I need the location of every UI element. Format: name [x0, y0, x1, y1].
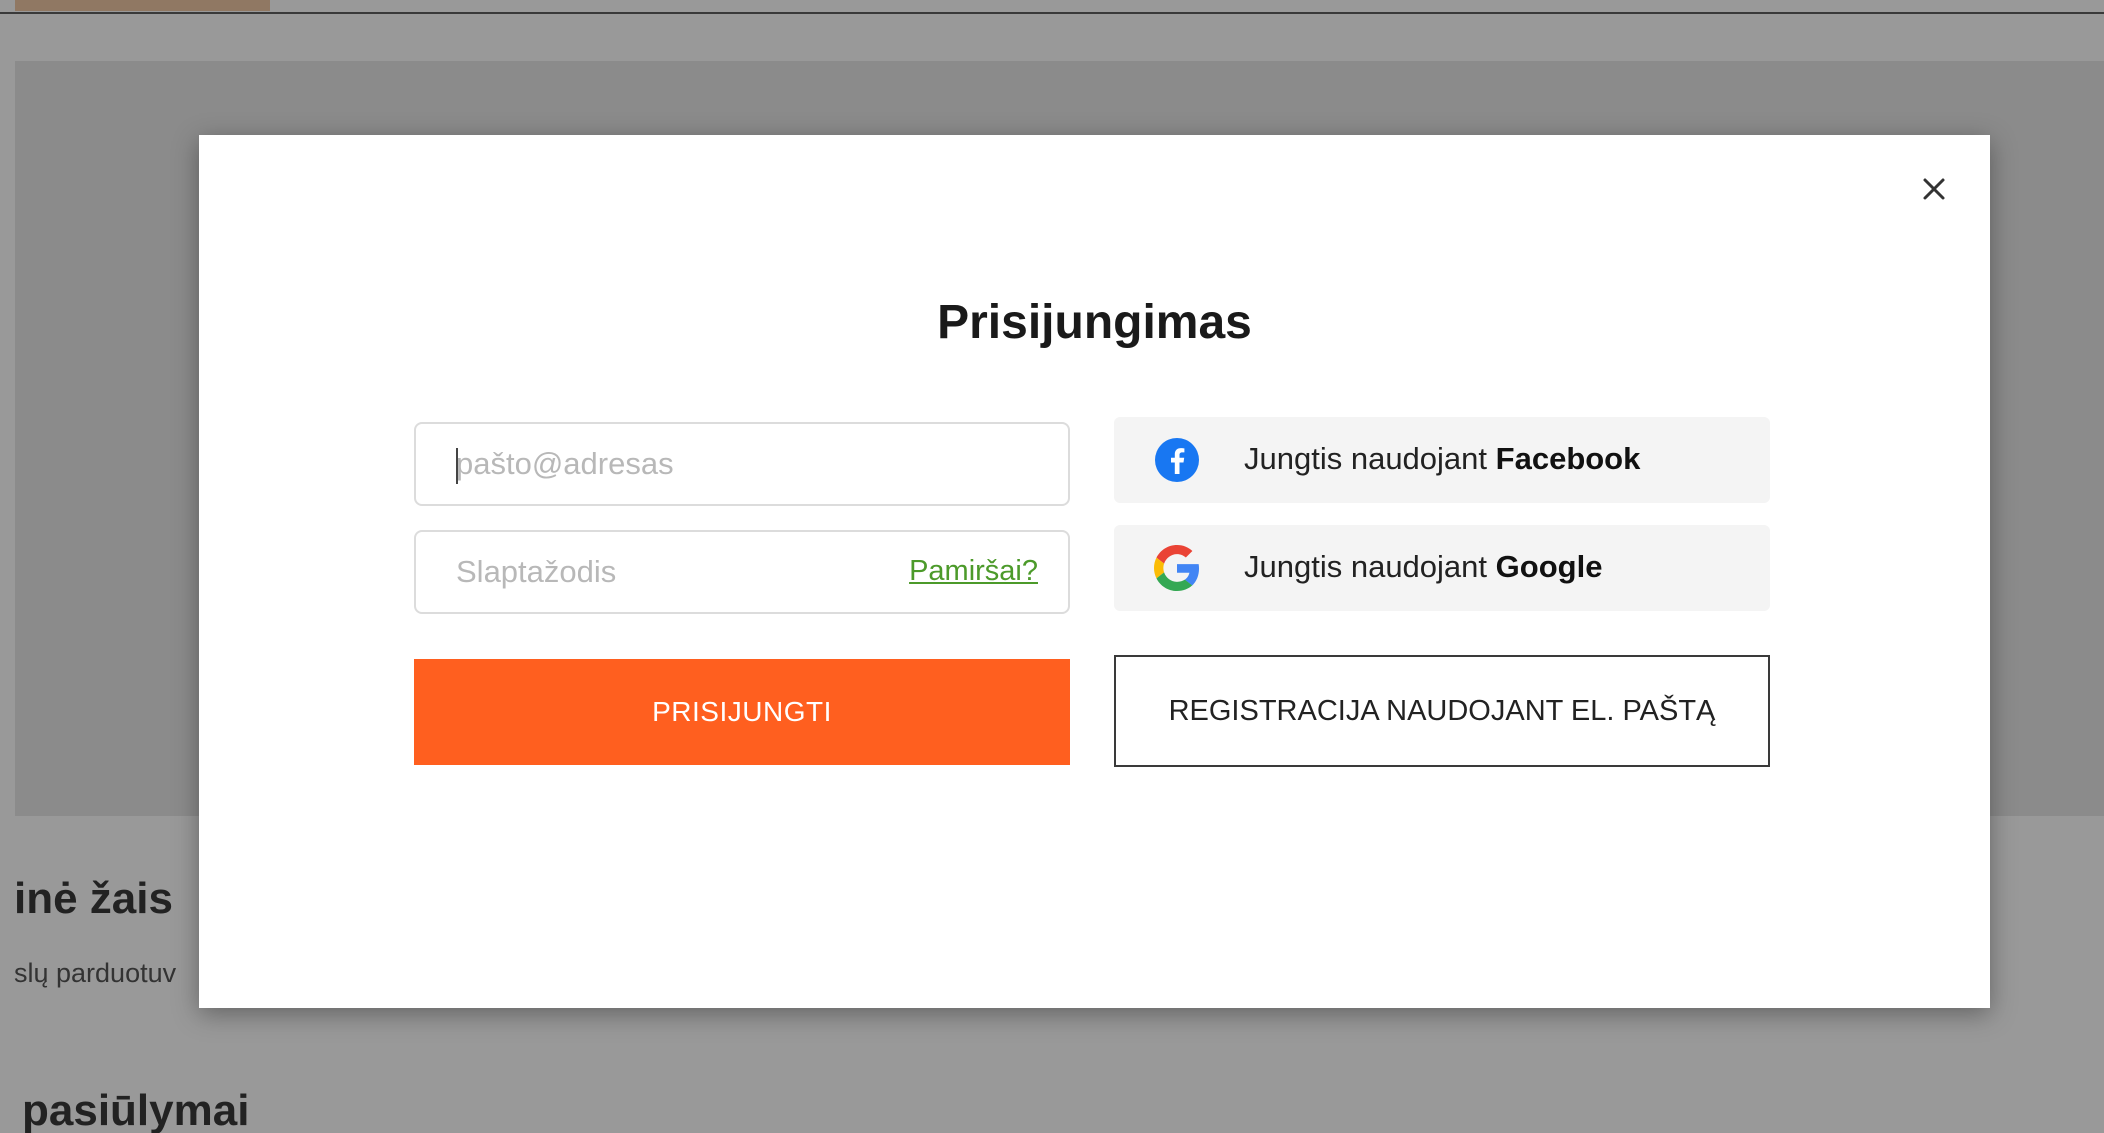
text-caret [456, 448, 458, 484]
email-input[interactable] [456, 424, 876, 504]
login-modal: Prisijungimas Pamiršai? PRISIJUNGTI Jung… [199, 135, 1990, 1008]
close-icon [1923, 178, 1945, 200]
close-button[interactable] [1914, 169, 1954, 209]
facebook-label-prefix: Jungtis naudojant [1244, 441, 1488, 476]
google-login-label: Jungtis naudojant Google [1244, 549, 1602, 585]
password-field[interactable]: Pamiršai? [414, 530, 1070, 614]
google-label-provider: Google [1495, 549, 1603, 584]
register-email-button[interactable]: REGISTRACIJA NAUDOJANT EL. PAŠTĄ [1114, 655, 1770, 767]
forgot-password-link[interactable]: Pamiršai? [909, 555, 1038, 588]
facebook-login-button[interactable]: Jungtis naudojant Facebook [1114, 417, 1770, 503]
facebook-login-label: Jungtis naudojant Facebook [1244, 441, 1640, 477]
modal-title: Prisijungimas [937, 296, 1252, 349]
google-icon [1154, 545, 1200, 591]
password-input[interactable] [456, 532, 876, 612]
google-label-prefix: Jungtis naudojant [1244, 549, 1488, 584]
facebook-icon [1154, 437, 1200, 483]
facebook-label-provider: Facebook [1495, 441, 1641, 476]
page: inė žais slų parduotuv pasiūlymai Prisij… [0, 0, 2104, 1133]
google-login-button[interactable]: Jungtis naudojant Google [1114, 525, 1770, 611]
login-button[interactable]: PRISIJUNGTI [414, 659, 1070, 765]
email-field[interactable] [414, 422, 1070, 506]
